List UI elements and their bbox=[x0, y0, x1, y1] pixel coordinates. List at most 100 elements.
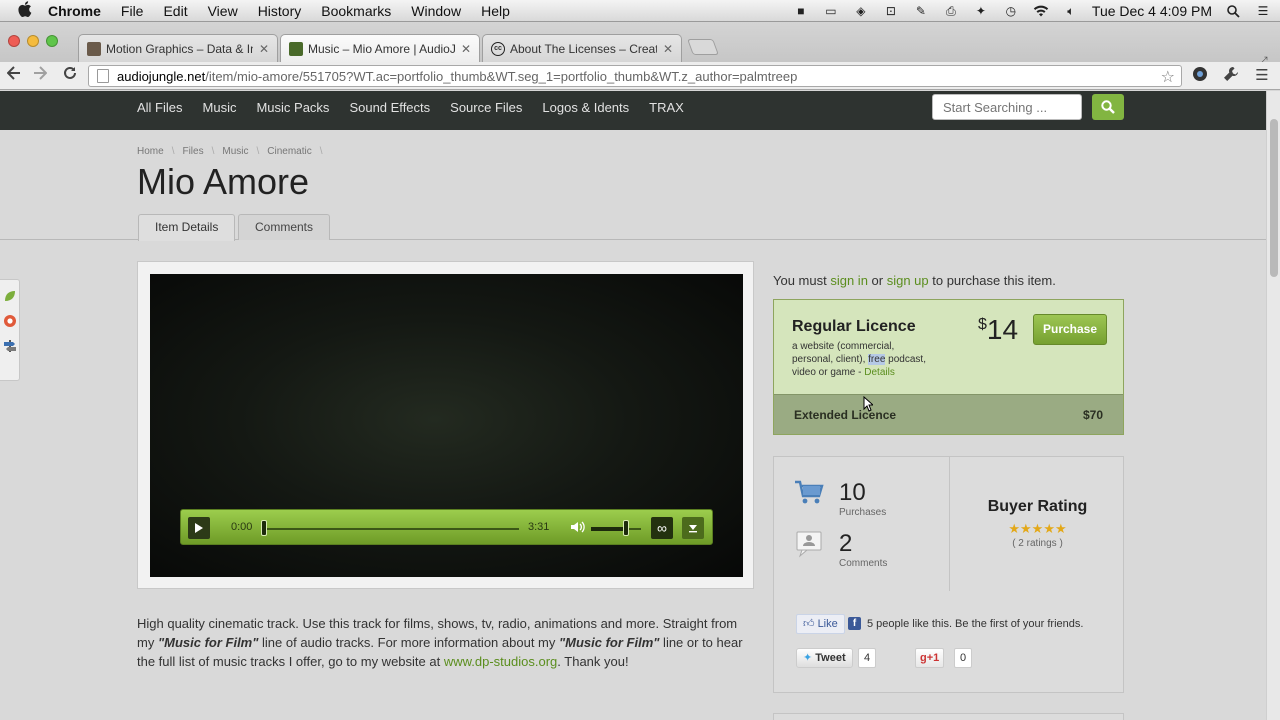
purchase-button[interactable]: Purchase bbox=[1033, 314, 1107, 345]
screen-share-icon[interactable]: ⊡ bbox=[882, 4, 900, 18]
nav-trax[interactable]: TRAX bbox=[649, 100, 684, 115]
volume-icon[interactable] bbox=[569, 519, 585, 535]
loop-button[interactable]: ∞ bbox=[651, 517, 673, 539]
comments-count: 2 bbox=[839, 530, 853, 557]
breadcrumb-cinematic[interactable]: Cinematic bbox=[267, 146, 311, 157]
sign-in-notice: You must sign in or sign up to purchase … bbox=[773, 273, 1056, 288]
download-button[interactable] bbox=[682, 517, 704, 539]
nav-music[interactable]: Music bbox=[203, 100, 237, 115]
new-tab-button[interactable] bbox=[687, 39, 719, 55]
scrollbar-thumb[interactable] bbox=[1270, 119, 1278, 277]
display-icon[interactable]: ▭ bbox=[822, 4, 840, 18]
facebook-like-button[interactable]: 👍︎ Like bbox=[796, 614, 845, 634]
zoom-window-button[interactable] bbox=[46, 35, 58, 47]
breadcrumb-separator: \ bbox=[256, 146, 260, 157]
progress-track[interactable] bbox=[263, 528, 519, 530]
menu-help[interactable]: Help bbox=[481, 3, 510, 19]
browser-tabstrip: Motion Graphics – Data & In ✕ Music – Mi… bbox=[0, 22, 1280, 68]
reload-button[interactable] bbox=[60, 66, 80, 86]
menu-bookmarks[interactable]: Bookmarks bbox=[321, 3, 391, 19]
tab-close-icon[interactable]: ✕ bbox=[259, 42, 269, 56]
url-path: /item/mio-amore/551705?WT.ac=portfolio_t… bbox=[205, 68, 798, 84]
facebook-icon: f bbox=[848, 617, 861, 630]
tab-label: Music – Mio Amore | AudioJ bbox=[308, 41, 455, 56]
cart-icon bbox=[794, 478, 824, 506]
sign-in-link[interactable]: sign in bbox=[830, 273, 868, 288]
close-window-button[interactable] bbox=[8, 35, 20, 47]
spotlight-search-icon[interactable] bbox=[1224, 4, 1242, 18]
status-area: ■ ▭ ◈ ⊡ ✎ ⎙ ✦ ◷ 🔈︎ Tue Dec 4 4:09 PM ☰ bbox=[792, 0, 1272, 22]
play-button[interactable] bbox=[188, 517, 210, 539]
extended-licence-price: $70 bbox=[1082, 408, 1103, 422]
extended-licence-row[interactable]: Extended Licence $70 bbox=[774, 394, 1123, 434]
wifi-icon[interactable] bbox=[1032, 4, 1050, 18]
time-machine-icon[interactable]: ◷ bbox=[1002, 4, 1020, 18]
menu-history[interactable]: History bbox=[258, 3, 302, 19]
camera-icon[interactable]: ■ bbox=[792, 4, 810, 18]
purchases-label: Purchases bbox=[839, 507, 887, 518]
minimize-window-button[interactable] bbox=[27, 35, 39, 47]
breadcrumb-home[interactable]: Home bbox=[137, 146, 164, 157]
tab-favicon bbox=[87, 41, 101, 56]
sign-up-link[interactable]: sign up bbox=[887, 273, 929, 288]
site-search-button[interactable] bbox=[1092, 94, 1124, 120]
breadcrumb: Home \ Files \ Music \ Cinematic \ bbox=[137, 146, 323, 157]
tools-icon[interactable]: ✎ bbox=[912, 4, 930, 18]
licence-box: Regular Licence a website (commercial, p… bbox=[773, 299, 1124, 435]
lifebuoy-icon[interactable] bbox=[2, 314, 18, 330]
printer-icon[interactable]: ⎙ bbox=[942, 4, 960, 18]
tab-close-icon[interactable]: ✕ bbox=[663, 42, 673, 56]
browser-toolbar: audiojungle.net/item/mio-amore/551705?WT… bbox=[0, 62, 1280, 90]
google-plus-button[interactable]: g+1 bbox=[915, 648, 945, 668]
nav-logos-idents[interactable]: Logos & Idents bbox=[542, 100, 629, 115]
author-website-link[interactable]: www.dp-studios.org bbox=[444, 654, 557, 669]
menu-app-name[interactable]: Chrome bbox=[48, 3, 101, 19]
signpost-icon[interactable] bbox=[2, 339, 18, 355]
back-button[interactable] bbox=[4, 66, 24, 86]
dropbox-icon[interactable]: ◈ bbox=[852, 4, 870, 18]
browser-tab-mio-amore[interactable]: Music – Mio Amore | AudioJ ✕ bbox=[280, 34, 480, 62]
menu-file[interactable]: File bbox=[121, 3, 144, 19]
progress-handle[interactable] bbox=[261, 520, 267, 536]
tab-comments[interactable]: Comments bbox=[238, 214, 331, 240]
nav-source-files[interactable]: Source Files bbox=[450, 100, 522, 115]
apple-icon[interactable] bbox=[14, 0, 36, 21]
menu-edit[interactable]: Edit bbox=[163, 3, 187, 19]
page-title: Mio Amore bbox=[137, 161, 310, 202]
gplus-label: +1 bbox=[926, 652, 940, 664]
tab-close-icon[interactable]: ✕ bbox=[461, 42, 471, 56]
address-bar[interactable]: audiojungle.net/item/mio-amore/551705?WT… bbox=[88, 65, 1182, 87]
nav-music-packs[interactable]: Music Packs bbox=[256, 100, 329, 115]
volume-handle[interactable] bbox=[623, 520, 629, 536]
chrome-menu-icon[interactable]: ☰ bbox=[1252, 66, 1272, 86]
menubar-clock[interactable]: Tue Dec 4 4:09 PM bbox=[1092, 3, 1212, 19]
breadcrumb-separator: \ bbox=[211, 146, 215, 157]
licence-details-link[interactable]: Details bbox=[864, 367, 895, 378]
current-time: 0:00 bbox=[231, 521, 253, 533]
nav-all-files[interactable]: All Files bbox=[137, 100, 183, 115]
forward-button[interactable] bbox=[30, 66, 50, 86]
wrench-icon[interactable] bbox=[1221, 66, 1241, 86]
browser-tab-licenses[interactable]: cc About The Licenses – Creati ✕ bbox=[482, 34, 682, 62]
page-scrollbar[interactable] bbox=[1266, 91, 1280, 720]
volume-icon[interactable]: 🔈︎ bbox=[1062, 4, 1080, 18]
menu-window[interactable]: Window bbox=[411, 3, 461, 19]
extension-icon[interactable] bbox=[1190, 66, 1210, 86]
leaf-icon[interactable] bbox=[2, 289, 18, 305]
browser-tab-motion-graphics[interactable]: Motion Graphics – Data & In ✕ bbox=[78, 34, 278, 62]
breadcrumb-music[interactable]: Music bbox=[222, 146, 248, 157]
price-amount: 14 bbox=[986, 314, 1019, 345]
menu-view[interactable]: View bbox=[208, 3, 238, 19]
breadcrumb-files[interactable]: Files bbox=[182, 146, 203, 157]
nav-sound-effects[interactable]: Sound Effects bbox=[349, 100, 430, 115]
bluetooth-icon[interactable]: ✦ bbox=[972, 4, 990, 18]
site-search-input[interactable] bbox=[932, 94, 1082, 120]
like-label: Like bbox=[817, 618, 838, 630]
loop-icon: ∞ bbox=[657, 520, 667, 536]
window-controls bbox=[8, 35, 58, 47]
tweet-button[interactable]: ✦ Tweet bbox=[796, 648, 853, 668]
bookmark-star-icon[interactable]: ☆ bbox=[1161, 67, 1175, 87]
breadcrumb-separator: \ bbox=[319, 146, 323, 157]
tab-item-details[interactable]: Item Details bbox=[138, 214, 236, 241]
notification-list-icon[interactable]: ☰ bbox=[1254, 4, 1272, 18]
